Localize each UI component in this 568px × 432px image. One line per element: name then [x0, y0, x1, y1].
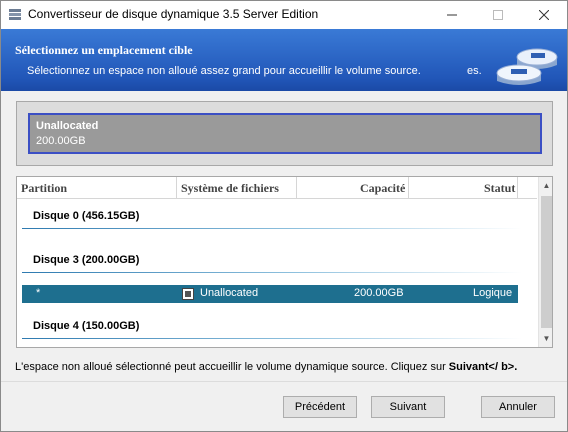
cell-filesystem: Unallocated — [200, 287, 259, 299]
disk-divider — [22, 272, 522, 273]
partition-table: Partition Système de fichiers Capacité S… — [16, 176, 553, 348]
column-header-capacity[interactable]: Capacité — [360, 177, 405, 199]
target-size: 200.00GB — [36, 135, 86, 147]
target-panel: Unallocated 200.00GB — [16, 101, 553, 166]
column-divider[interactable] — [517, 177, 518, 199]
window-title: Convertisseur de disque dynamique 3.5 Se… — [28, 7, 319, 21]
target-name: Unallocated — [36, 120, 99, 132]
cell-capacity: 200.00GB — [354, 287, 404, 299]
footer-divider — [1, 381, 567, 382]
wizard-header: Sélectionnez un emplacement cible Sélect… — [1, 29, 567, 91]
disk-divider — [22, 228, 522, 229]
previous-button[interactable]: Précédent — [283, 396, 357, 418]
disk-divider — [22, 338, 522, 339]
disk-drives-icon — [496, 48, 558, 85]
column-divider[interactable] — [296, 177, 297, 199]
info-message-text: L'espace non alloué sélectionné peut acc… — [15, 361, 449, 373]
disk-header[interactable]: Disque 3 (200.00GB) — [33, 254, 139, 266]
page-subtitle-tail: es. — [467, 65, 482, 77]
minimize-icon — [447, 14, 457, 16]
maximize-button[interactable] — [475, 1, 521, 29]
info-message: L'espace non alloué sélectionné peut acc… — [15, 361, 517, 373]
table-header: Partition Système de fichiers Capacité S… — [17, 177, 537, 199]
page-title: Sélectionnez un emplacement cible — [15, 43, 193, 57]
table-row-selected[interactable]: * Unallocated 200.00GB Logique — [22, 285, 518, 303]
close-button[interactable] — [521, 1, 567, 29]
title-bar[interactable]: Convertisseur de disque dynamique 3.5 Se… — [1, 1, 567, 29]
wizard-window: Convertisseur de disque dynamique 3.5 Se… — [0, 0, 568, 432]
close-icon — [539, 10, 549, 20]
app-icon — [9, 9, 21, 20]
page-subtitle: Sélectionnez un espace non alloué assez … — [27, 65, 421, 77]
maximize-icon — [493, 10, 503, 20]
column-divider[interactable] — [176, 177, 177, 199]
scroll-thumb[interactable] — [541, 196, 552, 328]
scroll-down-icon[interactable]: ▼ — [539, 330, 552, 347]
column-header-partition[interactable]: Partition — [21, 177, 67, 199]
next-button[interactable]: Suivant — [371, 396, 445, 418]
disk-header[interactable]: Disque 4 (150.00GB) — [33, 320, 139, 332]
cell-partition: * — [36, 287, 41, 299]
disk-header[interactable]: Disque 0 (456.15GB) — [33, 210, 139, 222]
info-message-bold: Suivant</ b>. — [448, 361, 518, 373]
column-header-filesystem[interactable]: Système de fichiers — [181, 177, 279, 199]
minimize-button[interactable] — [429, 1, 475, 29]
cancel-button[interactable]: Annuler — [481, 396, 555, 418]
scroll-up-icon[interactable]: ▲ — [539, 177, 552, 194]
cell-status: Logique — [473, 287, 513, 299]
column-divider[interactable] — [408, 177, 409, 199]
unallocated-color-swatch-icon — [182, 288, 194, 300]
target-unallocated-block[interactable]: Unallocated 200.00GB — [28, 113, 542, 154]
column-header-status[interactable]: Statut — [484, 177, 515, 199]
vertical-scrollbar[interactable]: ▲ ▼ — [538, 177, 552, 347]
